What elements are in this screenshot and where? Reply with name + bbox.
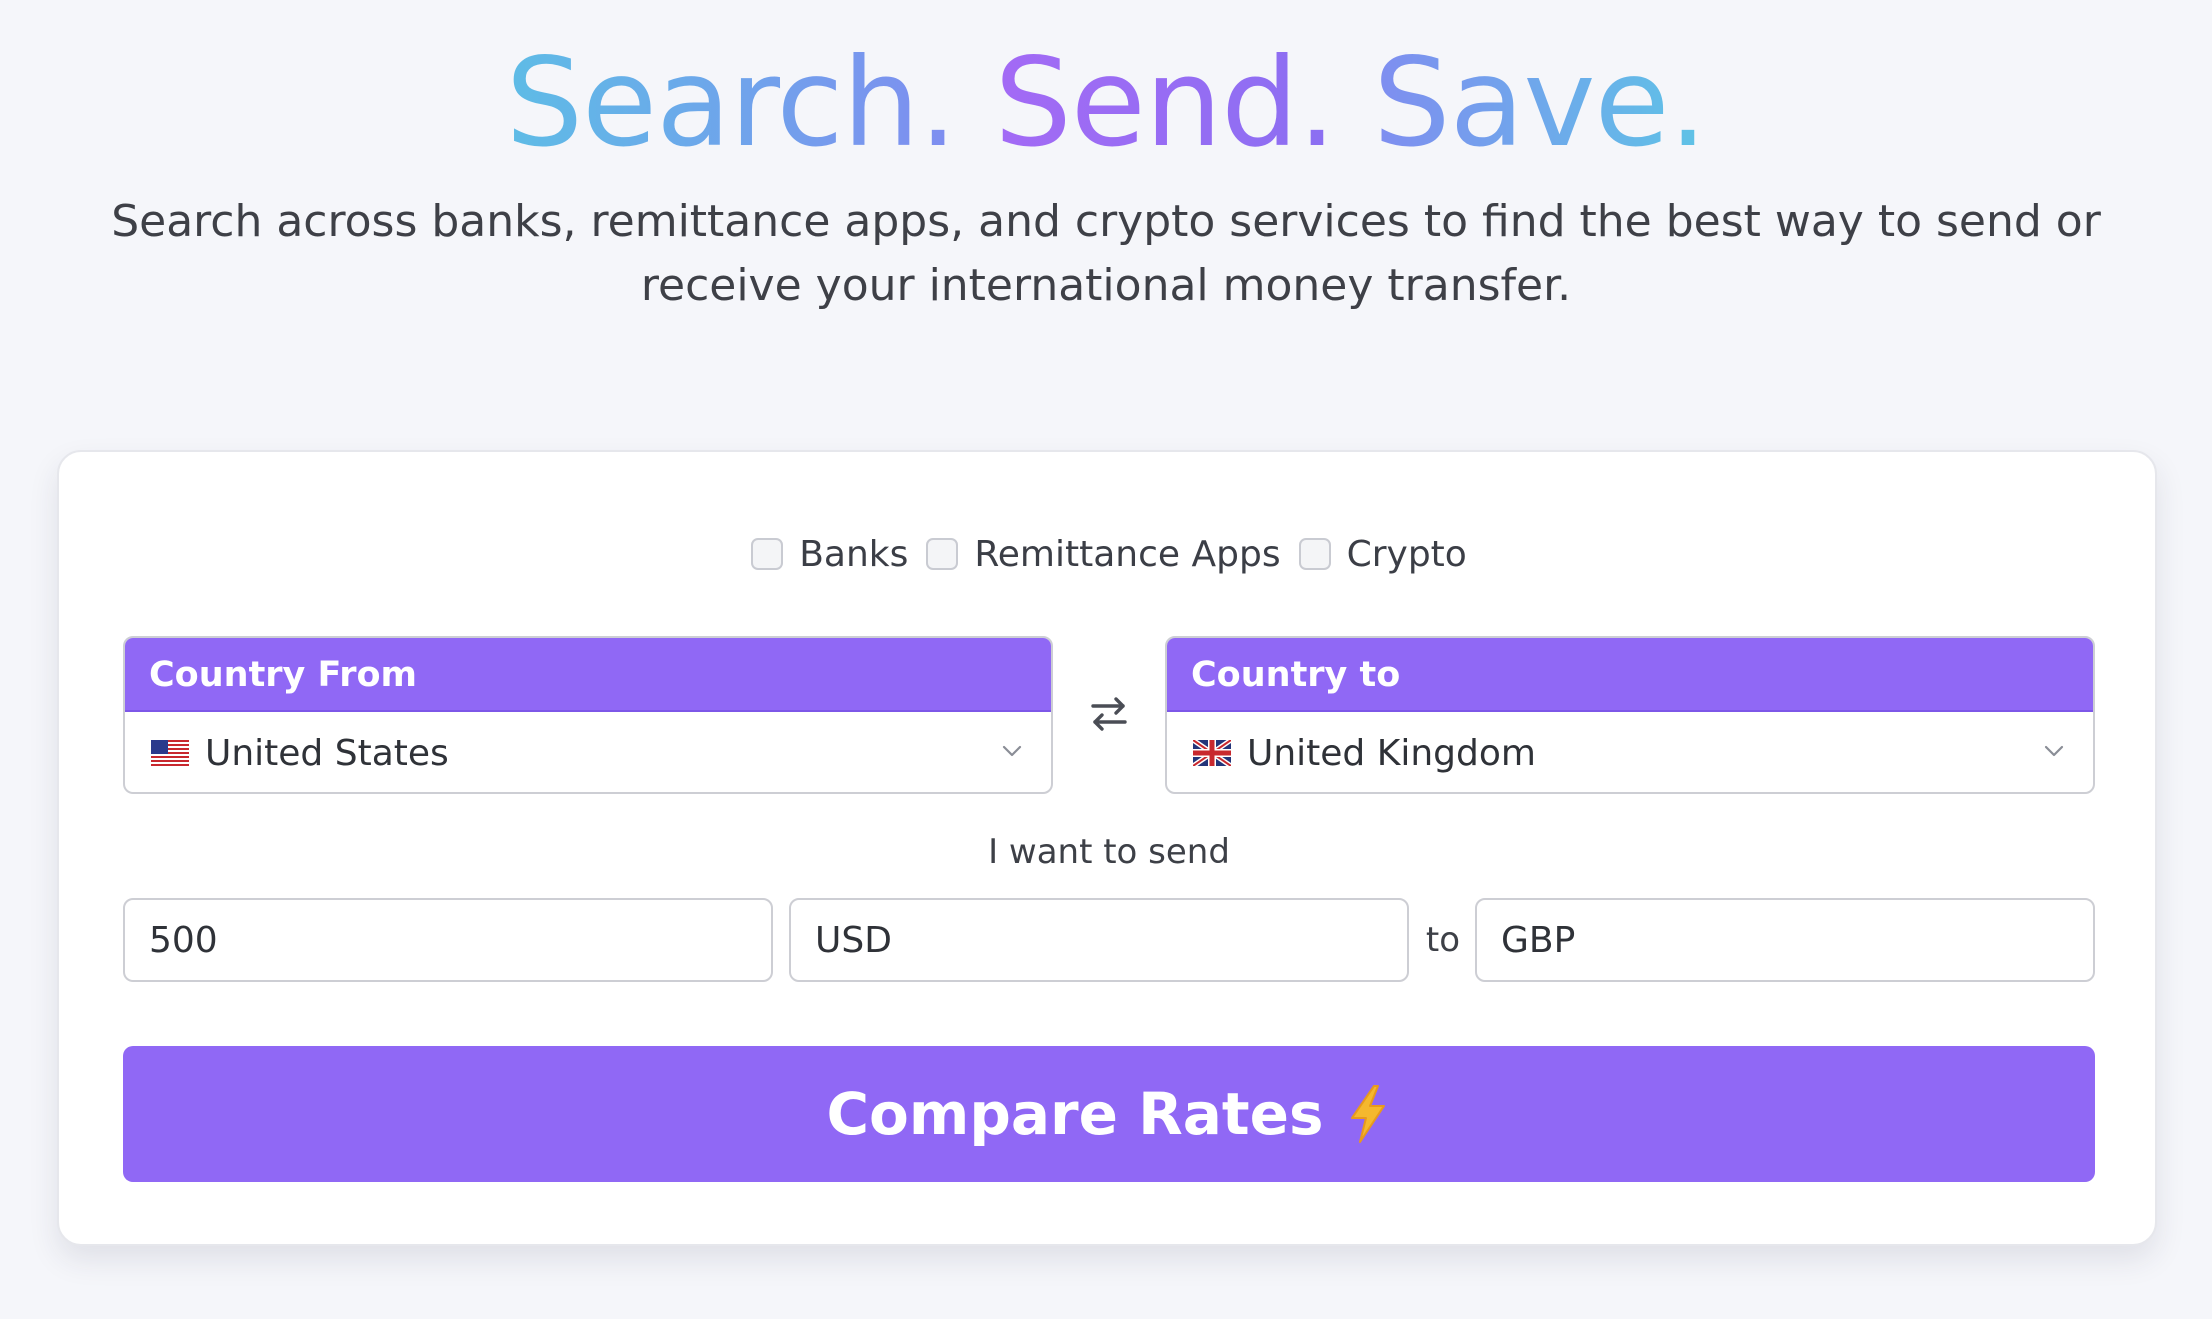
us-flag-icon (151, 740, 189, 766)
swap-countries-icon[interactable] (1083, 688, 1135, 740)
uk-flag-icon (1193, 740, 1231, 766)
banks-checkbox[interactable] (751, 538, 784, 570)
country-from-select[interactable]: United States (125, 712, 1051, 792)
filter-remittance-apps-label: Remittance Apps (974, 533, 1281, 575)
title-word-send: Send. (994, 32, 1336, 174)
chevron-down-icon (2044, 745, 2064, 757)
compare-rates-label: Compare Rates (826, 1080, 1324, 1148)
from-currency-input[interactable] (789, 898, 1409, 982)
filter-banks-label: Banks (799, 533, 909, 575)
compare-rates-button[interactable]: Compare Rates (123, 1046, 2095, 1182)
filter-crypto-label: Crypto (1346, 533, 1467, 575)
country-to-header: Country to (1167, 638, 2093, 712)
send-amount-label: I want to send (988, 832, 1230, 872)
chevron-down-icon (1002, 745, 1022, 757)
to-separator: to (1425, 920, 1461, 960)
country-to-panel: Country to United Kingdom (1165, 636, 2095, 794)
crypto-checkbox[interactable] (1298, 538, 1331, 570)
to-currency-input[interactable] (1475, 898, 2095, 982)
remittance-apps-checkbox[interactable] (926, 538, 959, 570)
country-to-select[interactable]: United Kingdom (1167, 712, 2093, 792)
filter-banks[interactable]: Banks (751, 534, 908, 575)
country-from-header: Country From (125, 638, 1051, 712)
transfer-form-card: Banks Remittance Apps Crypto Country Fro… (57, 450, 2157, 1246)
lightning-icon (1350, 1085, 1385, 1143)
title-word-search: Search. (505, 32, 958, 174)
page-title: Search. Send. Save. (0, 28, 2212, 178)
country-from-panel: Country From United States (123, 636, 1053, 794)
filter-crypto[interactable]: Crypto (1298, 533, 1467, 575)
country-from-value: United States (205, 732, 449, 774)
title-word-save: Save. (1373, 32, 1707, 174)
filter-remittance-apps[interactable]: Remittance Apps (926, 533, 1281, 575)
country-to-value: United Kingdom (1247, 732, 1536, 774)
amount-input[interactable] (123, 898, 773, 982)
page-subtitle: Search across banks, remittance apps, an… (111, 196, 2101, 311)
provider-filters: Banks Remittance Apps Crypto (59, 524, 2159, 584)
